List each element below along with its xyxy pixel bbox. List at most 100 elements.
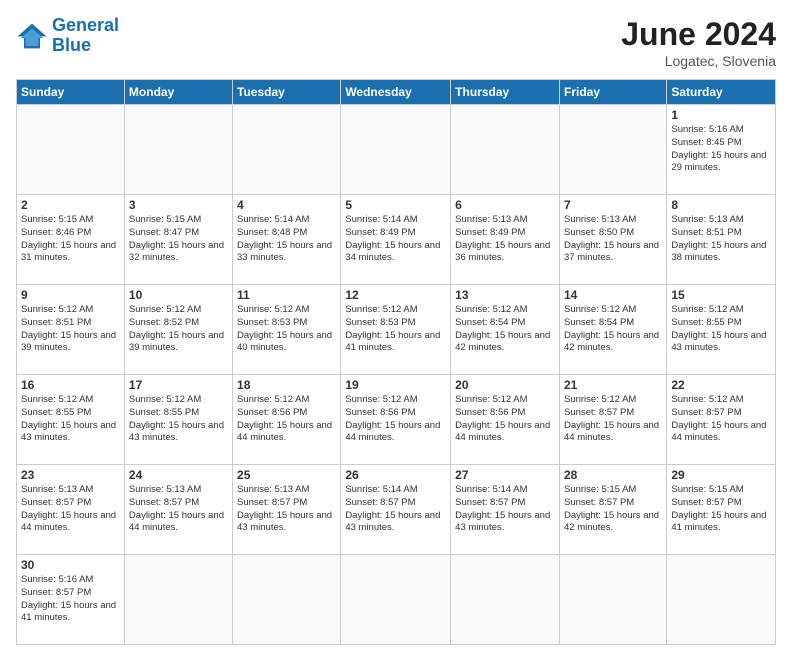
daylight: Daylight: 15 hours and 33 minutes.	[237, 240, 332, 264]
daylight: Daylight: 15 hours and 44 minutes.	[455, 420, 550, 444]
sunset: Sunset: 8:55 PM	[671, 317, 741, 328]
calendar-cell: 18 Sunrise: 5:12 AM Sunset: 8:56 PM Dayl…	[233, 375, 341, 465]
daylight: Daylight: 15 hours and 44 minutes.	[237, 420, 332, 444]
day-info: Sunrise: 5:12 AM Sunset: 8:55 PM Dayligh…	[21, 394, 120, 445]
calendar-cell: 24 Sunrise: 5:13 AM Sunset: 8:57 PM Dayl…	[124, 465, 232, 555]
calendar-cell	[667, 555, 776, 645]
sunset: Sunset: 8:49 PM	[345, 227, 415, 238]
sunrise: Sunrise: 5:12 AM	[345, 394, 417, 405]
sunrise: Sunrise: 5:12 AM	[21, 394, 93, 405]
daylight: Daylight: 15 hours and 43 minutes.	[237, 510, 332, 534]
header-monday: Monday	[124, 80, 232, 105]
day-info: Sunrise: 5:12 AM Sunset: 8:56 PM Dayligh…	[345, 394, 446, 445]
calendar-cell: 16 Sunrise: 5:12 AM Sunset: 8:55 PM Dayl…	[17, 375, 125, 465]
day-info: Sunrise: 5:14 AM Sunset: 8:48 PM Dayligh…	[237, 214, 336, 265]
sunset: Sunset: 8:57 PM	[671, 497, 741, 508]
header-friday: Friday	[559, 80, 666, 105]
calendar-cell: 14 Sunrise: 5:12 AM Sunset: 8:54 PM Dayl…	[559, 285, 666, 375]
sunset: Sunset: 8:56 PM	[455, 407, 525, 418]
calendar-cell: 25 Sunrise: 5:13 AM Sunset: 8:57 PM Dayl…	[233, 465, 341, 555]
day-info: Sunrise: 5:12 AM Sunset: 8:57 PM Dayligh…	[671, 394, 771, 445]
calendar-cell	[124, 555, 232, 645]
sunset: Sunset: 8:57 PM	[455, 497, 525, 508]
sunrise: Sunrise: 5:12 AM	[129, 304, 201, 315]
sunset: Sunset: 8:51 PM	[21, 317, 91, 328]
calendar-cell	[451, 105, 560, 195]
day-number: 9	[21, 288, 120, 302]
sunset: Sunset: 8:54 PM	[564, 317, 634, 328]
daylight: Daylight: 15 hours and 42 minutes.	[564, 330, 659, 354]
calendar-cell: 3 Sunrise: 5:15 AM Sunset: 8:47 PM Dayli…	[124, 195, 232, 285]
sunset: Sunset: 8:56 PM	[345, 407, 415, 418]
daylight: Daylight: 15 hours and 37 minutes.	[564, 240, 659, 264]
sunrise: Sunrise: 5:13 AM	[455, 214, 527, 225]
sunrise: Sunrise: 5:13 AM	[237, 484, 309, 495]
day-info: Sunrise: 5:12 AM Sunset: 8:53 PM Dayligh…	[345, 304, 446, 355]
day-info: Sunrise: 5:16 AM Sunset: 8:57 PM Dayligh…	[21, 574, 120, 625]
calendar-cell	[17, 105, 125, 195]
sunset: Sunset: 8:55 PM	[129, 407, 199, 418]
day-info: Sunrise: 5:13 AM Sunset: 8:57 PM Dayligh…	[237, 484, 336, 535]
sunrise: Sunrise: 5:12 AM	[564, 394, 636, 405]
sunset: Sunset: 8:48 PM	[237, 227, 307, 238]
daylight: Daylight: 15 hours and 43 minutes.	[671, 330, 766, 354]
calendar-cell: 30 Sunrise: 5:16 AM Sunset: 8:57 PM Dayl…	[17, 555, 125, 645]
sunrise: Sunrise: 5:16 AM	[21, 574, 93, 585]
day-number: 20	[455, 378, 555, 392]
day-number: 12	[345, 288, 446, 302]
sunset: Sunset: 8:51 PM	[671, 227, 741, 238]
day-info: Sunrise: 5:12 AM Sunset: 8:57 PM Dayligh…	[564, 394, 662, 445]
logo-blue: Blue	[52, 35, 91, 55]
day-number: 11	[237, 288, 336, 302]
daylight: Daylight: 15 hours and 43 minutes.	[455, 510, 550, 534]
daylight: Daylight: 15 hours and 44 minutes.	[21, 510, 116, 534]
sunrise: Sunrise: 5:14 AM	[345, 214, 417, 225]
day-number: 6	[455, 198, 555, 212]
calendar-cell	[451, 555, 560, 645]
calendar-cell: 1 Sunrise: 5:16 AM Sunset: 8:45 PM Dayli…	[667, 105, 776, 195]
sunset: Sunset: 8:53 PM	[345, 317, 415, 328]
daylight: Daylight: 15 hours and 36 minutes.	[455, 240, 550, 264]
day-number: 21	[564, 378, 662, 392]
daylight: Daylight: 15 hours and 31 minutes.	[21, 240, 116, 264]
calendar-row-4: 16 Sunrise: 5:12 AM Sunset: 8:55 PM Dayl…	[17, 375, 776, 465]
calendar-cell: 29 Sunrise: 5:15 AM Sunset: 8:57 PM Dayl…	[667, 465, 776, 555]
calendar-cell	[559, 555, 666, 645]
day-info: Sunrise: 5:12 AM Sunset: 8:52 PM Dayligh…	[129, 304, 228, 355]
day-number: 24	[129, 468, 228, 482]
day-info: Sunrise: 5:15 AM Sunset: 8:57 PM Dayligh…	[564, 484, 662, 535]
day-info: Sunrise: 5:14 AM Sunset: 8:57 PM Dayligh…	[345, 484, 446, 535]
day-info: Sunrise: 5:12 AM Sunset: 8:55 PM Dayligh…	[671, 304, 771, 355]
daylight: Daylight: 15 hours and 44 minutes.	[129, 510, 224, 534]
calendar-row-2: 2 Sunrise: 5:15 AM Sunset: 8:46 PM Dayli…	[17, 195, 776, 285]
calendar-cell	[233, 105, 341, 195]
sunrise: Sunrise: 5:13 AM	[21, 484, 93, 495]
calendar-cell: 15 Sunrise: 5:12 AM Sunset: 8:55 PM Dayl…	[667, 285, 776, 375]
sunset: Sunset: 8:54 PM	[455, 317, 525, 328]
calendar-cell: 27 Sunrise: 5:14 AM Sunset: 8:57 PM Dayl…	[451, 465, 560, 555]
sunset: Sunset: 8:57 PM	[671, 407, 741, 418]
sunrise: Sunrise: 5:14 AM	[237, 214, 309, 225]
daylight: Daylight: 15 hours and 39 minutes.	[129, 330, 224, 354]
sunrise: Sunrise: 5:15 AM	[129, 214, 201, 225]
daylight: Daylight: 15 hours and 44 minutes.	[564, 420, 659, 444]
daylight: Daylight: 15 hours and 41 minutes.	[671, 510, 766, 534]
day-info: Sunrise: 5:13 AM Sunset: 8:50 PM Dayligh…	[564, 214, 662, 265]
sunset: Sunset: 8:57 PM	[237, 497, 307, 508]
sunrise: Sunrise: 5:12 AM	[129, 394, 201, 405]
sunrise: Sunrise: 5:12 AM	[345, 304, 417, 315]
logo-text: General Blue	[52, 16, 119, 56]
sunrise: Sunrise: 5:15 AM	[564, 484, 636, 495]
sunrise: Sunrise: 5:15 AM	[671, 484, 743, 495]
day-info: Sunrise: 5:12 AM Sunset: 8:51 PM Dayligh…	[21, 304, 120, 355]
sunrise: Sunrise: 5:12 AM	[455, 304, 527, 315]
sunrise: Sunrise: 5:12 AM	[237, 394, 309, 405]
calendar-row-1: 1 Sunrise: 5:16 AM Sunset: 8:45 PM Dayli…	[17, 105, 776, 195]
calendar-cell: 8 Sunrise: 5:13 AM Sunset: 8:51 PM Dayli…	[667, 195, 776, 285]
calendar-cell: 17 Sunrise: 5:12 AM Sunset: 8:55 PM Dayl…	[124, 375, 232, 465]
sunset: Sunset: 8:57 PM	[564, 497, 634, 508]
header-sunday: Sunday	[17, 80, 125, 105]
sunset: Sunset: 8:57 PM	[21, 587, 91, 598]
daylight: Daylight: 15 hours and 43 minutes.	[129, 420, 224, 444]
day-number: 17	[129, 378, 228, 392]
